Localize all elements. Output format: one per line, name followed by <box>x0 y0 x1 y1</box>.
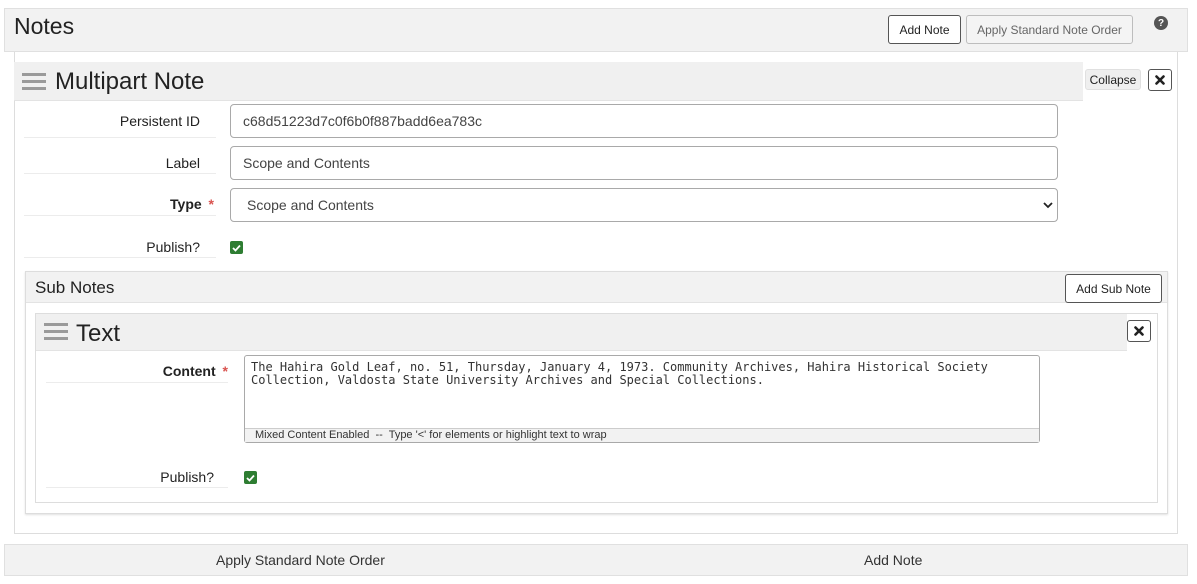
type-select-value: Scope and Contents <box>247 197 374 213</box>
remove-note-button[interactable] <box>1148 69 1172 91</box>
add-note-button[interactable]: Add Note <box>888 15 961 44</box>
mixed-content-hint: Mixed Content Enabled -- Type '<' for el… <box>255 429 607 441</box>
footer-bar <box>4 544 1188 576</box>
divider <box>24 137 216 138</box>
type-select[interactable]: Scope and Contents <box>230 188 1058 222</box>
label-field[interactable]: Scope and Contents <box>230 146 1058 180</box>
remove-sub-note-button[interactable] <box>1127 320 1151 342</box>
close-icon <box>1155 75 1165 85</box>
content-label-text: Content <box>162 363 216 379</box>
sub-publish-checkbox[interactable] <box>244 471 257 484</box>
collapse-button[interactable]: Collapse <box>1085 69 1141 90</box>
publish-checkbox[interactable] <box>230 241 243 254</box>
divider <box>46 382 228 383</box>
type-label: Type * <box>24 196 214 212</box>
sub-notes-header <box>26 272 1167 303</box>
publish-label: Publish? <box>146 239 200 255</box>
multipart-note-title: Multipart Note <box>55 68 205 95</box>
help-icon[interactable]: ? <box>1154 16 1168 30</box>
required-icon: * <box>208 196 214 212</box>
label-label: Label <box>165 155 200 171</box>
text-note-header <box>36 314 1127 351</box>
footer-add-note-link[interactable]: Add Note <box>864 552 922 568</box>
checkmark-icon <box>232 244 241 252</box>
apply-standard-note-order-button[interactable]: Apply Standard Note Order <box>966 15 1133 44</box>
divider <box>24 257 216 258</box>
content-text: The Hahira Gold Leaf, no. 51, Thursday, … <box>251 360 988 387</box>
persistent-id-field[interactable]: c68d51223d7c0f6b0f887badd6ea783c <box>230 104 1058 138</box>
checkmark-icon <box>246 474 255 482</box>
close-icon <box>1134 326 1144 336</box>
mixed-content-bar: Mixed Content Enabled -- Type '<' for el… <box>245 428 1039 442</box>
divider <box>24 215 216 216</box>
divider <box>24 173 216 174</box>
add-sub-note-button[interactable]: Add Sub Note <box>1065 274 1162 303</box>
sub-publish-label: Publish? <box>160 469 214 485</box>
chevron-down-icon <box>1043 202 1053 209</box>
footer-apply-standard-note-order-link[interactable]: Apply Standard Note Order <box>216 552 385 568</box>
sub-notes-title: Sub Notes <box>35 278 115 297</box>
text-note-title: Text <box>76 320 121 347</box>
drag-handle-icon[interactable] <box>22 73 46 94</box>
content-label: Content * <box>46 363 228 379</box>
content-textarea[interactable]: The Hahira Gold Leaf, no. 51, Thursday, … <box>244 355 1040 443</box>
required-icon: * <box>222 363 228 379</box>
drag-handle-icon[interactable] <box>44 323 68 344</box>
page-title: Notes <box>14 13 75 39</box>
divider <box>46 487 228 488</box>
type-label-text: Type <box>170 196 202 212</box>
persistent-id-label: Persistent ID <box>119 113 200 129</box>
